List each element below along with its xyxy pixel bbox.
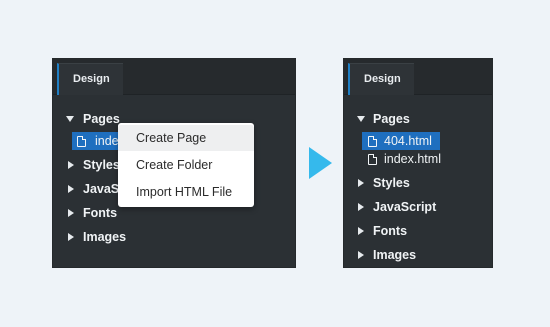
tree-folder-images[interactable]: Images <box>344 245 492 265</box>
caret-right-icon[interactable] <box>358 203 364 211</box>
tree-folder-images[interactable]: Images <box>53 227 295 247</box>
tab-bar: Design <box>344 59 492 95</box>
folder-label: Images <box>373 248 417 262</box>
caret-right-icon[interactable] <box>68 185 74 193</box>
tree-folder-styles[interactable]: Styles <box>344 173 492 193</box>
file-label: 404.html <box>384 134 432 148</box>
caret-down-icon[interactable] <box>66 116 74 122</box>
folder-label: Fonts <box>83 206 118 220</box>
tree-file-index[interactable]: index.html <box>344 149 492 169</box>
transition-arrow-icon <box>309 147 332 179</box>
folder-label: Pages <box>83 112 120 126</box>
caret-down-icon[interactable] <box>357 116 365 122</box>
caret-right-icon[interactable] <box>68 233 74 241</box>
folder-label: Styles <box>373 176 410 190</box>
file-label: index.html <box>384 152 441 166</box>
menu-item-create-page[interactable]: Create Page <box>118 125 254 151</box>
tree-file-404[interactable]: 404.html <box>344 131 492 151</box>
folder-label: Styles <box>83 158 120 172</box>
menu-item-import-html-file[interactable]: Import HTML File <box>118 179 254 205</box>
tree-folder-javascript[interactable]: JavaScript <box>344 197 492 217</box>
caret-right-icon[interactable] <box>68 209 74 217</box>
tab-bar: Design <box>53 59 295 95</box>
folder-label: JavaScript <box>373 200 437 214</box>
folder-label: Pages <box>373 112 410 126</box>
menu-item-create-folder[interactable]: Create Folder <box>118 152 254 178</box>
context-menu: Create Page Create Folder Import HTML Fi… <box>118 123 254 207</box>
caret-right-icon[interactable] <box>358 251 364 259</box>
caret-right-icon[interactable] <box>68 161 74 169</box>
file-icon <box>77 136 86 147</box>
caret-right-icon[interactable] <box>358 179 364 187</box>
file-icon <box>368 154 377 165</box>
design-panel-after: Design Pages 404.html index.html Styles … <box>344 59 492 267</box>
file-icon <box>368 136 377 147</box>
folder-label: Fonts <box>373 224 408 238</box>
tree-folder-fonts[interactable]: Fonts <box>344 221 492 241</box>
tab-design[interactable]: Design <box>348 63 414 95</box>
tree-folder-pages[interactable]: Pages <box>344 109 492 129</box>
tab-design[interactable]: Design <box>57 63 123 95</box>
caret-right-icon[interactable] <box>358 227 364 235</box>
folder-label: Images <box>83 230 127 244</box>
